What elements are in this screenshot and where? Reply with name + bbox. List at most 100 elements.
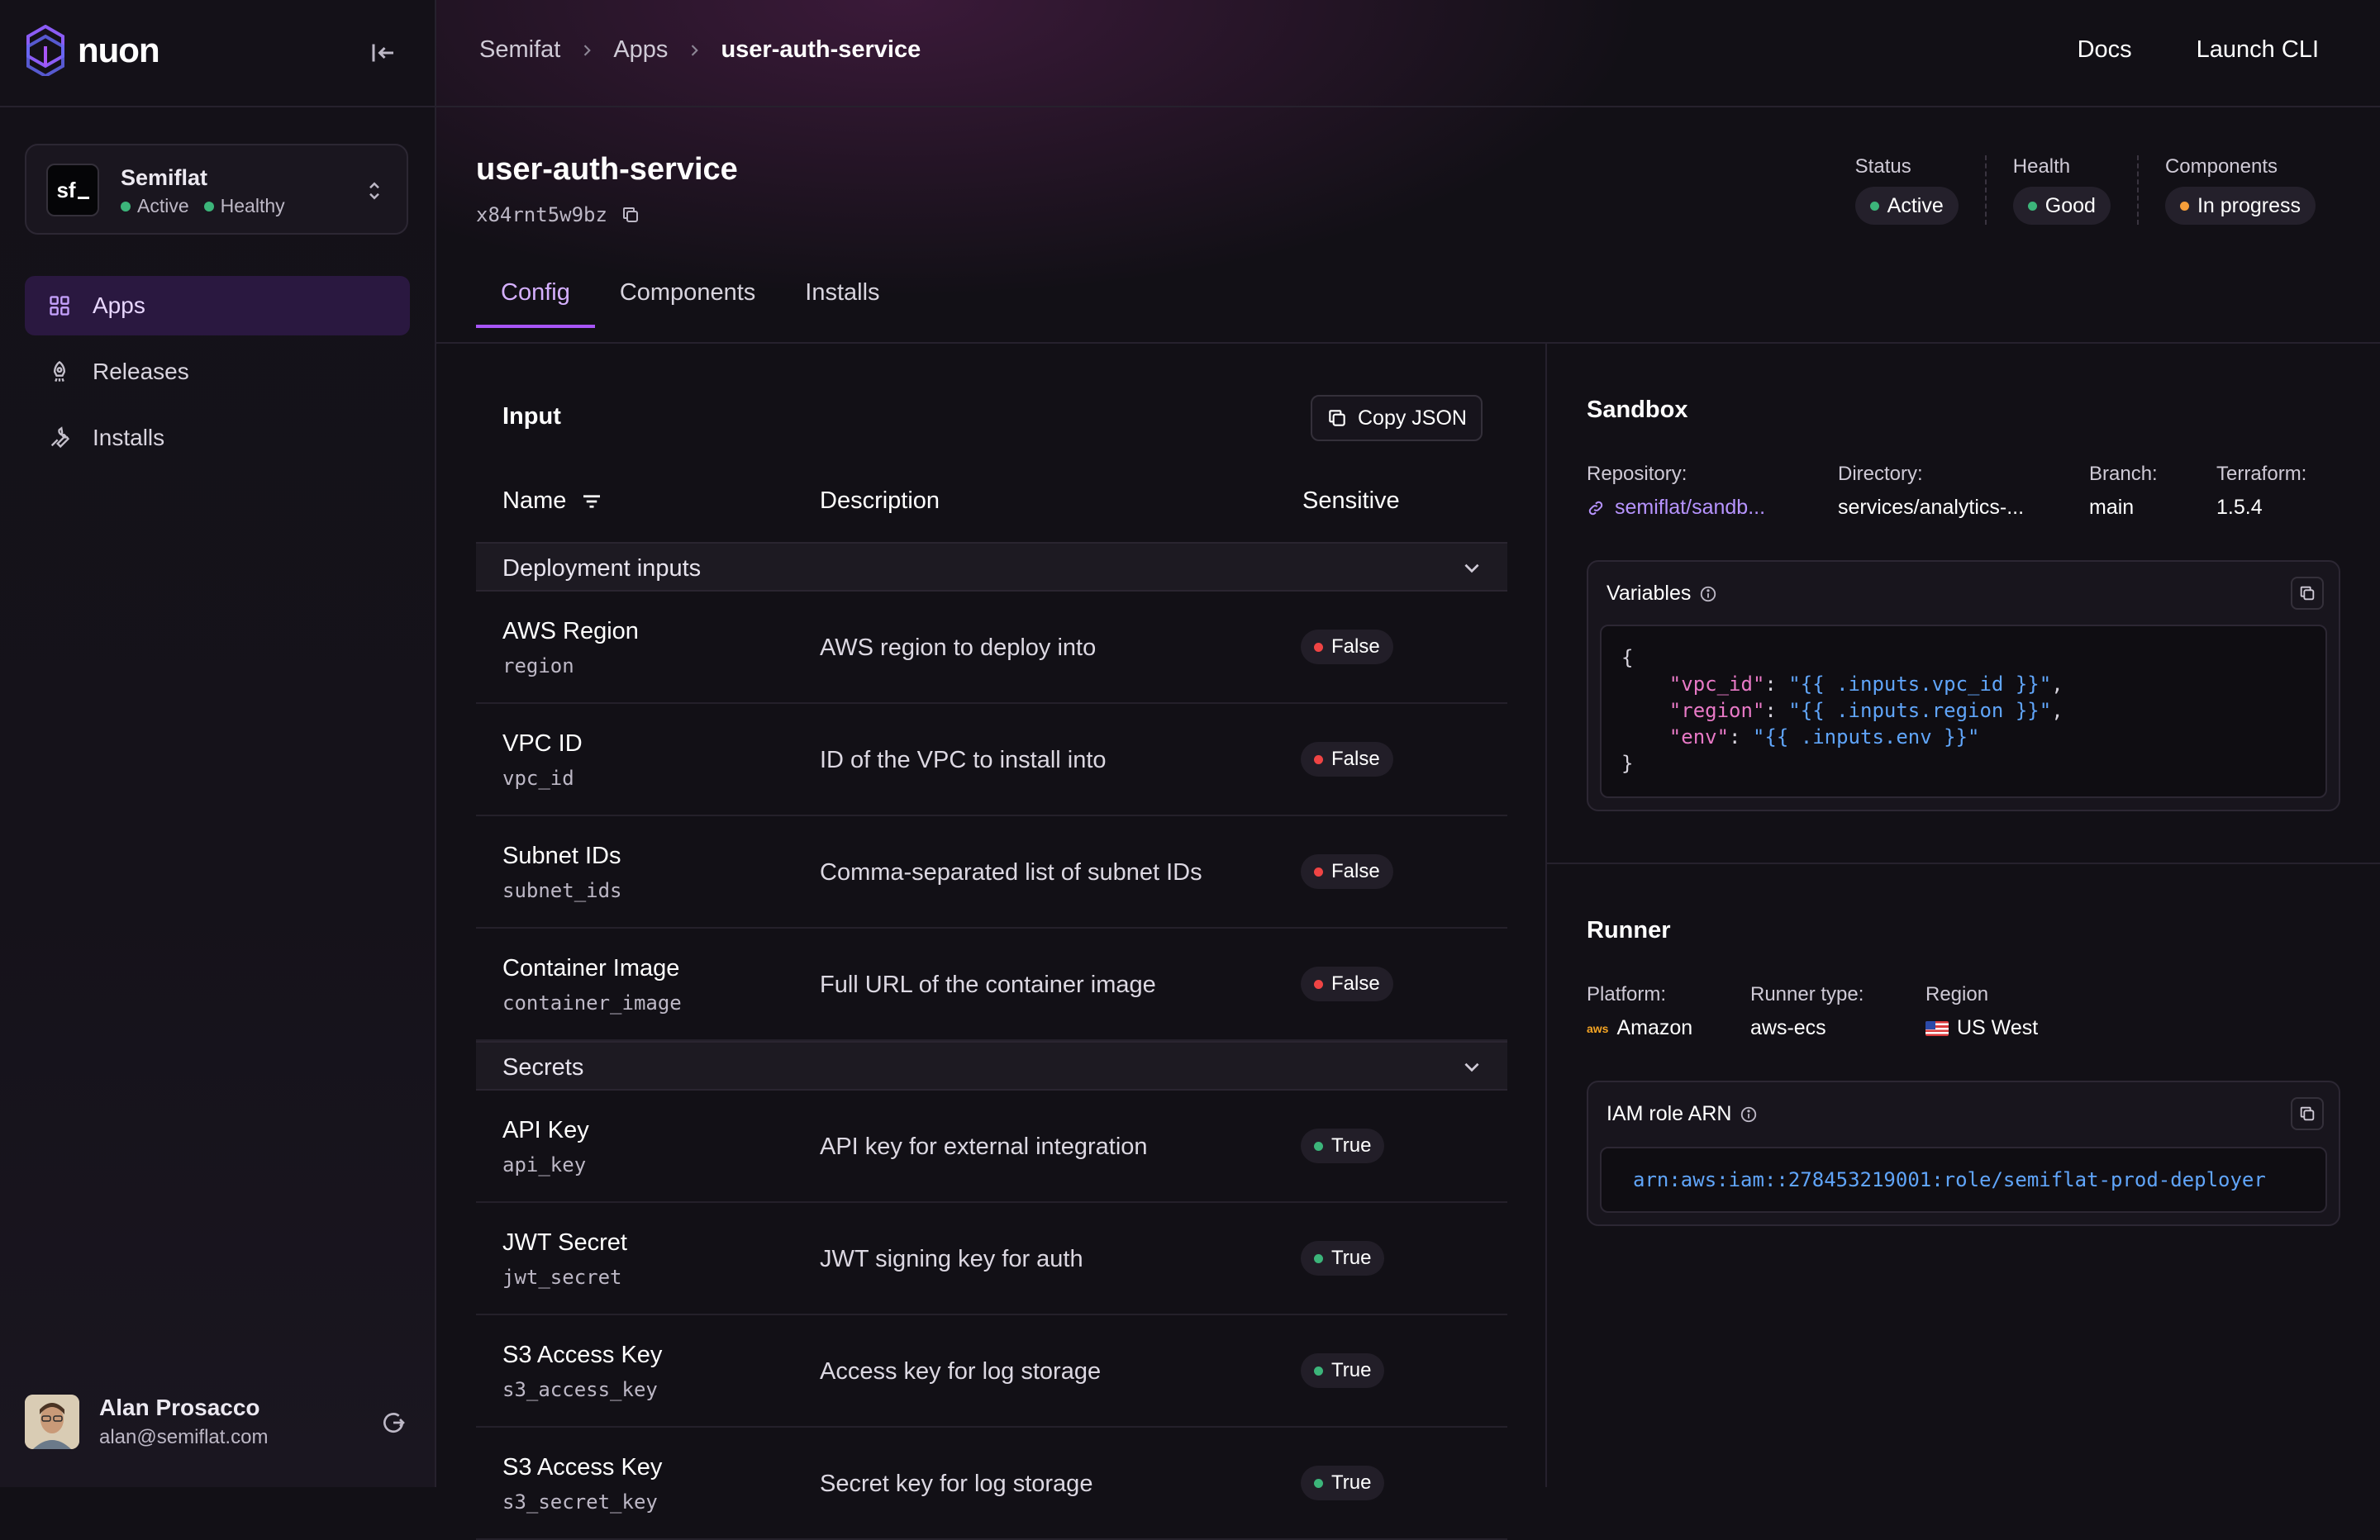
sidebar-item-label: Apps	[93, 292, 145, 318]
sandbox-terraform: Terraform: 1.5.4	[2216, 463, 2306, 520]
breadcrumb-apps[interactable]: Apps	[613, 36, 668, 64]
sensitive-value: False	[1331, 860, 1380, 882]
sidebar-nav: Apps Releases Installs	[25, 276, 410, 474]
tab-components[interactable]: Components	[595, 279, 780, 328]
copy-icon[interactable]	[621, 205, 640, 225]
rocket-icon	[53, 360, 66, 383]
link-icon	[1588, 501, 1603, 515]
sidebar-item-installs[interactable]: Installs	[25, 408, 410, 468]
code-line: "region": "{{ .inputs.region }}",	[1668, 699, 2063, 722]
variables-header: Variables	[1606, 582, 1717, 606]
table-row: JWT Secret jwt_secret JWT signing key fo…	[476, 1203, 1507, 1315]
user-email: alan@semiflat.com	[99, 1426, 269, 1448]
runner-region: Region US West	[1925, 983, 2038, 1040]
breadcrumb-org[interactable]: Semifat	[479, 36, 560, 64]
chevron-right-icon	[584, 44, 592, 56]
stat-label: Status	[1854, 155, 1911, 178]
input-key: jwt_secret	[502, 1266, 622, 1289]
input-name: Subnet IDs	[502, 843, 621, 869]
input-name: S3 Access Key	[502, 1342, 663, 1368]
collapse-sidebar-icon[interactable]	[369, 38, 398, 68]
column-header-name[interactable]: Name	[502, 487, 604, 515]
tab-config[interactable]: Config	[476, 279, 595, 328]
copy-json-button[interactable]: Copy JSON	[1311, 395, 1483, 441]
tab-installs[interactable]: Installs	[780, 279, 904, 328]
table-row: VPC ID vpc_id ID of the VPC to install i…	[476, 704, 1507, 816]
health-dot	[203, 201, 214, 212]
code-comma: ,	[2051, 673, 2063, 696]
copy-icon	[1329, 410, 1345, 426]
column-header-label: Name	[502, 487, 567, 514]
copy-iam-button[interactable]	[2291, 1097, 2324, 1130]
iam-label: IAM role ARN	[1606, 1102, 1732, 1125]
user-name: Alan Prosacco	[99, 1395, 260, 1420]
directory-label: Directory:	[1838, 463, 1923, 485]
table-row: API Key api_key API key for external int…	[476, 1091, 1507, 1203]
input-name: Container Image	[502, 955, 680, 982]
sensitive-badge: True	[1301, 1241, 1385, 1276]
code-key: "region"	[1668, 699, 1765, 722]
sensitive-badge: False	[1301, 630, 1393, 664]
user-profile[interactable]: Alan Prosacco alan@semiflat.com	[25, 1393, 413, 1452]
org-switcher[interactable]: sf Semiflat Active Healthy	[25, 144, 408, 235]
repository-value: semiflat/sandb...	[1615, 496, 1766, 519]
docs-link[interactable]: Docs	[2078, 36, 2132, 64]
terraform-value: 1.5.4	[2216, 496, 2263, 519]
iam-arn-code[interactable]: arn:aws:iam::278453219001:role/semiflat-…	[1600, 1147, 2327, 1213]
copy-icon	[2300, 1106, 2315, 1121]
stat-components: Components In progress	[2136, 155, 2316, 225]
table-row: Container Image container_image Full URL…	[476, 929, 1507, 1041]
filter-icon[interactable]	[579, 489, 604, 514]
sidebar-item-releases[interactable]: Releases	[25, 342, 410, 402]
region-value: US West	[1925, 1016, 2038, 1040]
breadcrumb-current: user-auth-service	[721, 36, 921, 63]
status-dot	[1869, 201, 1879, 211]
status-badge: Active	[1854, 187, 1959, 225]
input-key: s3_secret_key	[502, 1490, 658, 1514]
info-icon[interactable]	[1699, 585, 1717, 603]
sandbox-repository: Repository: semiflat/sandb...	[1587, 463, 1765, 520]
sidebar-item-apps[interactable]: Apps	[25, 276, 410, 335]
repository-link[interactable]: semiflat/sandb...	[1587, 496, 1765, 520]
chevron-down-icon[interactable]	[1461, 1056, 1483, 1077]
launch-cli-link[interactable]: Launch CLI	[2197, 36, 2319, 64]
components-dot	[2179, 201, 2189, 211]
section-divider	[1547, 863, 2380, 864]
sensitive-value: False	[1331, 635, 1380, 658]
sensitive-badge: False	[1301, 854, 1393, 889]
input-key: s3_access_key	[502, 1378, 658, 1401]
input-description: API key for external integration	[820, 1134, 1148, 1160]
sidebar-item-label: Installs	[93, 425, 165, 450]
stat-status: Status Active	[1854, 155, 1985, 225]
sensitive-value: True	[1331, 1471, 1372, 1494]
input-key: region	[502, 654, 574, 677]
sensitive-badge: True	[1301, 1129, 1385, 1163]
sandbox-title: Sandbox	[1587, 397, 1688, 423]
health-badge: Good	[2012, 187, 2111, 225]
input-description: Full URL of the container image	[820, 972, 1156, 998]
code-key: "vpc_id"	[1668, 673, 1765, 696]
group-header-secrets[interactable]: Secrets	[476, 1041, 1507, 1091]
info-icon[interactable]	[1740, 1105, 1758, 1124]
variables-code[interactable]: { "vpc_id": "{{ .inputs.vpc_id }}", "reg…	[1600, 625, 2327, 798]
chevron-down-icon[interactable]	[1461, 557, 1483, 578]
logo[interactable]: nuon	[25, 25, 160, 76]
code-line: "env": "{{ .inputs.env }}"	[1668, 725, 1980, 749]
chevron-right-icon	[692, 44, 699, 56]
runner-title: Runner	[1587, 917, 1671, 943]
sensitive-dot	[1314, 1366, 1323, 1376]
input-name: API Key	[502, 1117, 589, 1143]
tabs: Config Components Installs	[476, 279, 905, 328]
sensitive-dot	[1314, 867, 1323, 877]
chevron-up-down-icon[interactable]	[365, 178, 383, 203]
copy-variables-button[interactable]	[2291, 577, 2324, 610]
org-avatar-text: sf	[56, 177, 76, 202]
logout-icon[interactable]	[380, 1409, 407, 1436]
iam-header: IAM role ARN	[1606, 1102, 1758, 1126]
platform-text: Amazon	[1616, 1016, 1693, 1039]
status-dot	[121, 201, 131, 212]
group-header-deployment[interactable]: Deployment inputs	[476, 542, 1507, 592]
code-value: "{{ .inputs.region }}"	[1788, 699, 2052, 722]
platform-label: Platform:	[1587, 983, 1667, 1005]
brand-name: nuon	[78, 31, 160, 69]
